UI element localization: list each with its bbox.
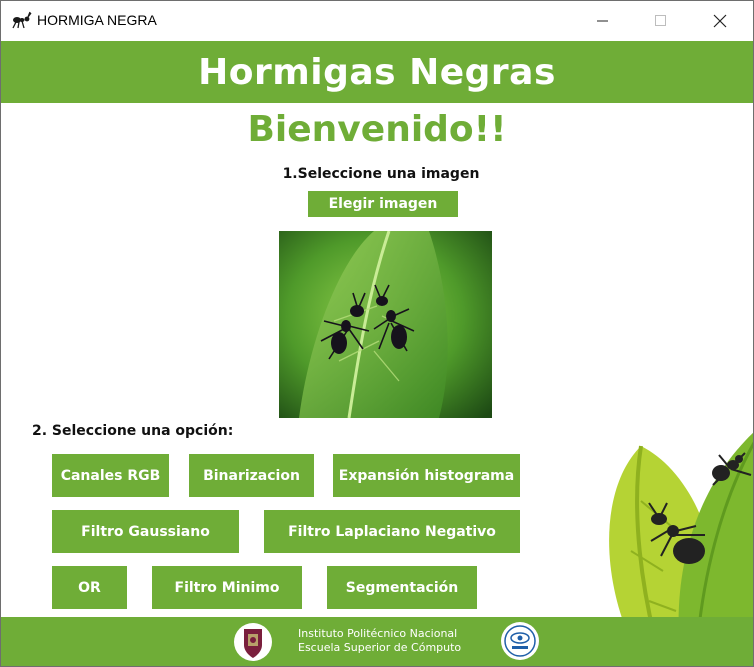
maximize-button[interactable]: [638, 1, 684, 41]
ants-on-leaf-photo: [279, 231, 492, 418]
option-canales-rgb-button[interactable]: Canales RGB: [52, 454, 169, 497]
close-button[interactable]: [697, 1, 743, 41]
option-expansion-histograma-button[interactable]: Expansión histograma: [333, 454, 520, 497]
title-bar[interactable]: HORMIGA NEGRA: [1, 1, 753, 41]
header-title: Hormigas Negras: [198, 51, 556, 93]
option-filtro-gaussiano-button[interactable]: Filtro Gaussiano: [52, 510, 239, 553]
app-header: Hormigas Negras: [1, 41, 753, 103]
choose-image-button[interactable]: Elegir imagen: [308, 191, 458, 217]
option-binarizacion-button[interactable]: Binarizacion: [189, 454, 314, 497]
option-segmentacion-button[interactable]: Segmentación: [327, 566, 477, 609]
welcome-heading: Bienvenido!!: [247, 109, 507, 150]
close-icon: [713, 14, 727, 28]
ipn-logo: [234, 623, 272, 661]
option-filtro-minimo-button[interactable]: Filtro Minimo: [152, 566, 302, 609]
option-filtro-laplaciano-negativo-button[interactable]: Filtro Laplaciano Negativo: [264, 510, 520, 553]
app-window: HORMIGA NEGRA Hormigas Negras Bienvenido…: [0, 0, 754, 667]
step2-label: 2. Seleccione una opción:: [32, 423, 234, 439]
footer-school: Escuela Superior de Cómputo: [298, 641, 462, 654]
minimize-icon: [597, 20, 608, 22]
footer-institute: Instituto Politécnico Nacional: [298, 627, 458, 640]
window-title: HORMIGA NEGRA: [37, 12, 157, 28]
option-or-button[interactable]: OR: [52, 566, 127, 609]
escom-logo: [501, 622, 539, 660]
maximize-icon: [655, 15, 666, 26]
minimize-button[interactable]: [580, 1, 626, 41]
ant-icon: [12, 11, 32, 29]
step1-label: 1.Seleccione una imagen: [282, 166, 480, 182]
